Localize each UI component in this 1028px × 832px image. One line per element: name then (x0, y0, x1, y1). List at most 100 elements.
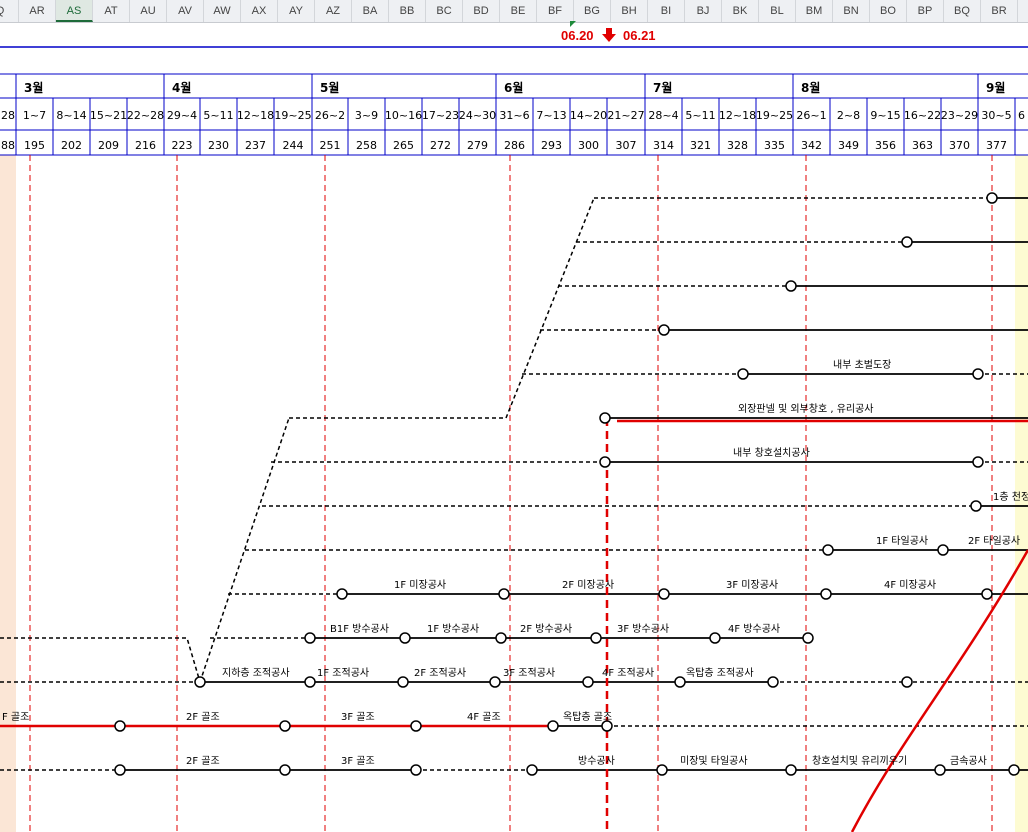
week-range: 31~6 (499, 109, 529, 122)
day-count: 377 (986, 139, 1007, 152)
task-label: 금속공사 (950, 755, 987, 767)
day-count: 328 (727, 139, 748, 152)
day-count: 370 (949, 139, 970, 152)
month-divider-lines (29, 155, 993, 832)
task-label: 2F 조적공사 (414, 667, 466, 679)
milestone-node (526, 764, 538, 776)
milestone-node (674, 676, 686, 688)
today-arrow-icon (602, 28, 616, 42)
connector-diagonal-upper (505, 197, 595, 419)
milestone-node (114, 720, 126, 732)
milestone-node (709, 632, 721, 644)
task-label: 내부 초벌도장 (833, 359, 891, 371)
milestone-node (970, 500, 982, 512)
task-label: 2F 골조 (186, 755, 220, 767)
month-label: 5월 (320, 80, 339, 95)
week-range: 17~23 (422, 109, 459, 122)
month-label: 9월 (986, 80, 1005, 95)
task-label: F 골조 (2, 711, 29, 723)
day-count: 251 (320, 139, 341, 152)
month-label: 8월 (801, 80, 820, 95)
task-label: 외장판넬 및 외부창호 , 유리공사 (738, 403, 874, 415)
task-label: 4F 골조 (467, 711, 501, 723)
task-label: 2F 골조 (186, 711, 220, 723)
task-label: B1F 방수공사 (330, 623, 389, 635)
schedule-network: 내부 초벌도장 외장판넬 및 외부창호 , 유리공사 내부 창호설치공사 1층 … (0, 192, 1028, 832)
day-count: 209 (98, 139, 119, 152)
milestone-node (785, 280, 797, 292)
highlight-left-column (0, 155, 16, 832)
task-label: 4F 방수공사 (728, 623, 780, 635)
milestone-node (934, 764, 946, 776)
milestone-node (410, 764, 422, 776)
critical-path-curve (850, 549, 1028, 832)
week-range: 12~18 (237, 109, 274, 122)
task-label: 4F 미장공사 (884, 579, 936, 591)
milestone-node (279, 764, 291, 776)
today-date-right: 06.21 (623, 28, 656, 43)
milestone-node (972, 456, 984, 468)
milestone-node (658, 324, 670, 336)
task-label: 2F 미장공사 (562, 579, 614, 591)
task-label: 3F 골조 (341, 711, 375, 723)
milestone-node (737, 368, 749, 380)
task-label: 4F 조적공사 (602, 667, 654, 679)
week-range: 14~20 (570, 109, 607, 122)
day-count: 363 (912, 139, 933, 152)
week-range: 7~13 (536, 109, 566, 122)
week-range: 22~28 (127, 109, 164, 122)
milestone-node (901, 236, 913, 248)
day-count: 88 (1, 139, 15, 152)
day-count: 237 (245, 139, 266, 152)
week-range: 1~7 (23, 109, 46, 122)
milestone-node (972, 368, 984, 380)
milestone-node (304, 632, 316, 644)
milestone-node (820, 588, 832, 600)
milestone-node (937, 544, 949, 556)
week-range: 26~2 (315, 109, 345, 122)
task-label: 미장및 타일공사 (680, 755, 748, 767)
week-range: 28~4 (648, 109, 678, 122)
day-count: 307 (616, 139, 637, 152)
day-count: 321 (690, 139, 711, 152)
task-label: 방수공사 (578, 755, 615, 767)
milestone-node (656, 764, 668, 776)
milestone-node (336, 588, 348, 600)
milestone-node (279, 720, 291, 732)
month-label: 4월 (172, 80, 191, 95)
week-range: 19~25 (756, 109, 793, 122)
task-label: 옥탑층 골조 (563, 711, 612, 723)
milestone-node (304, 676, 316, 688)
week-range: 9~15 (870, 109, 900, 122)
month-label: 3월 (24, 80, 43, 95)
task-label: 내부 창호설치공사 (733, 447, 810, 459)
day-count: 279 (467, 139, 488, 152)
gantt-chart: 06.20 06.21 3월 4월 5월 6월 7월 8월 9월 28 88 1~7 195 8~14… (0, 21, 1028, 832)
day-count: 272 (430, 139, 451, 152)
task-label: 1F 타일공사 (876, 535, 928, 547)
day-count: 244 (283, 139, 304, 152)
week-range: 30~5 (981, 109, 1011, 122)
milestone-node (986, 192, 998, 204)
task-label: 1F 미장공사 (394, 579, 446, 591)
week-range: 12~18 (719, 109, 756, 122)
milestone-node (802, 632, 814, 644)
week-range: 3~9 (355, 109, 378, 122)
day-count: 314 (653, 139, 674, 152)
week-range: 19~25 (274, 109, 311, 122)
milestone-node (981, 588, 993, 600)
milestone-node (489, 676, 501, 688)
week-range: 16~22 (904, 109, 941, 122)
week-range: 23~29 (941, 109, 978, 122)
task-label: 1F 방수공사 (427, 623, 479, 635)
comment-marker-icon (570, 21, 576, 27)
week-range: 5~11 (685, 109, 715, 122)
month-label: 6월 (504, 80, 523, 95)
milestone-node (410, 720, 422, 732)
week-range: 21~27 (607, 109, 644, 122)
week-range: 29~4 (167, 109, 197, 122)
task-label: 옥탑층 조적공사 (686, 667, 754, 679)
day-count: 230 (208, 139, 229, 152)
day-count: 265 (393, 139, 414, 152)
task-label: 2F 방수공사 (520, 623, 572, 635)
